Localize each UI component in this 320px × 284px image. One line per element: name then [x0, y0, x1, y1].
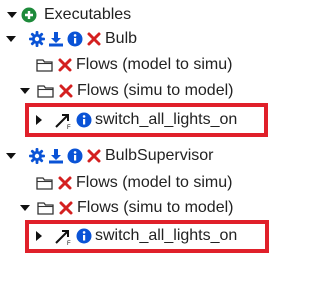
delete-x-icon[interactable] — [57, 175, 73, 191]
delete-x-icon[interactable] — [58, 200, 74, 216]
add-circle-icon[interactable] — [21, 7, 37, 23]
delete-x-icon[interactable] — [86, 148, 102, 164]
delete-x-icon[interactable] — [86, 31, 102, 47]
flow-item-label: switch_all_lights_on — [95, 111, 238, 128]
svg-text:F: F — [67, 125, 71, 130]
node-label: BulbSupervisor — [105, 147, 214, 164]
tree-root-row[interactable]: Executables — [6, 4, 131, 26]
expand-arrow-icon[interactable] — [18, 83, 32, 99]
folder-icon — [37, 83, 55, 99]
gear-icon[interactable] — [29, 31, 45, 47]
flow-item-row[interactable]: F switch_all_lights_on — [34, 109, 237, 131]
svg-text:F: F — [67, 241, 71, 246]
flow-arrow-icon: F — [53, 112, 73, 130]
folder-icon — [37, 200, 55, 216]
flow-item-row[interactable]: F switch_all_lights_on — [34, 225, 237, 247]
expand-arrow-icon[interactable] — [6, 7, 18, 23]
tree-node-bulbsupervisor[interactable]: BulbSupervisor — [4, 145, 214, 167]
flow-item-label: switch_all_lights_on — [95, 227, 238, 244]
folder-label: Flows (model to simu) — [76, 174, 233, 191]
expand-arrow-icon[interactable] — [18, 200, 32, 216]
executables-tree: Executables Bulb Flows (model to simu) F… — [0, 0, 300, 284]
download-icon[interactable] — [48, 31, 64, 47]
flow-arrow-icon: F — [53, 228, 73, 246]
delete-x-icon[interactable] — [58, 83, 74, 99]
node-label: Bulb — [105, 30, 138, 47]
info-icon[interactable] — [76, 112, 92, 128]
info-icon[interactable] — [67, 148, 83, 164]
folder-flows-simu-to-model[interactable]: Flows (simu to model) — [18, 80, 233, 102]
folder-label: Flows (simu to model) — [77, 199, 234, 216]
info-icon[interactable] — [76, 228, 92, 244]
expand-arrow-icon[interactable] — [4, 31, 18, 47]
gear-icon[interactable] — [29, 148, 45, 164]
collapsed-arrow-icon[interactable] — [34, 228, 44, 244]
folder-label: Flows (simu to model) — [77, 82, 234, 99]
download-icon[interactable] — [48, 148, 64, 164]
tree-root-label: Executables — [44, 6, 132, 23]
delete-x-icon[interactable] — [57, 57, 73, 73]
expand-arrow-icon[interactable] — [4, 148, 18, 164]
folder-label: Flows (model to simu) — [76, 56, 233, 73]
folder-flows-simu-to-model[interactable]: Flows (simu to model) — [18, 197, 233, 219]
tree-node-bulb[interactable]: Bulb — [4, 28, 137, 50]
folder-icon — [36, 57, 54, 73]
folder-icon — [36, 175, 54, 191]
collapsed-arrow-icon[interactable] — [34, 112, 44, 128]
folder-flows-model-to-simu[interactable]: Flows (model to simu) — [36, 172, 232, 194]
folder-flows-model-to-simu[interactable]: Flows (model to simu) — [36, 54, 232, 76]
info-icon[interactable] — [67, 31, 83, 47]
